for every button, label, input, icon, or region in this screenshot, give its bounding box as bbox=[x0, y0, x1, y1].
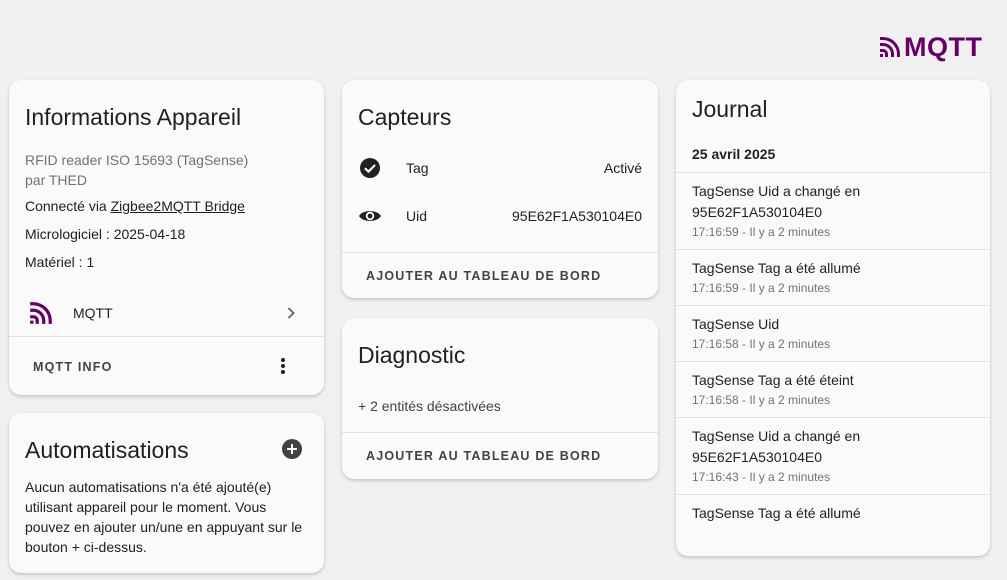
divider bbox=[9, 336, 324, 337]
connection-prefix: Connecté via bbox=[25, 198, 111, 214]
entity-row-uid[interactable]: Uid 95E62F1A530104E0 bbox=[342, 196, 658, 236]
integration-label: MQTT bbox=[73, 305, 113, 321]
divider bbox=[342, 432, 658, 433]
logbook-message: TagSense Tag a été éteint bbox=[692, 372, 854, 388]
integration-row-mqtt[interactable]: MQTT bbox=[9, 292, 324, 336]
device-manufacturer: par THED bbox=[25, 172, 87, 188]
mqtt-logo: MQTT bbox=[878, 32, 983, 62]
automations-empty-text: Aucun automatisations n'a été ajouté(e) … bbox=[25, 479, 303, 555]
logbook-time: 17:16:43 - Il y a 2 minutes bbox=[692, 470, 831, 484]
logbook-list: TagSense Uid a changé en 95E62F1A530104E… bbox=[676, 172, 990, 533]
more-vert-icon[interactable] bbox=[279, 356, 287, 381]
entity-name: Tag bbox=[406, 160, 429, 176]
eye-icon bbox=[358, 204, 382, 233]
chevron-right-icon bbox=[284, 306, 298, 325]
logbook-time: 17:16:59 - Il y a 2 minutes bbox=[692, 225, 831, 239]
logbook-message: TagSense Tag a été allumé bbox=[692, 505, 861, 521]
logbook-entry[interactable]: TagSense Uid a changé en 95E62F1A530104E… bbox=[676, 417, 990, 494]
logbook-entry[interactable]: TagSense Tag a été éteint 17:16:58 - Il … bbox=[676, 361, 990, 417]
device-info-card: Informations Appareil RFID reader ISO 15… bbox=[9, 80, 324, 395]
logbook-title: Journal bbox=[692, 96, 768, 122]
add-automation-icon[interactable] bbox=[282, 439, 302, 464]
logbook-message: TagSense Tag a été allumé bbox=[692, 260, 861, 276]
add-to-dashboard-button[interactable]: AJOUTER AU TABLEAU DE BORD bbox=[366, 269, 601, 283]
logbook-entry[interactable]: TagSense Tag a été allumé bbox=[676, 494, 990, 533]
logbook-entry[interactable]: TagSense Tag a été allumé 17:16:59 - Il … bbox=[676, 249, 990, 305]
diagnostic-card: Diagnostic + 2 entités désactivées AJOUT… bbox=[342, 318, 658, 479]
sensors-card: Capteurs Tag Activé Uid 95E62F1A530104E0… bbox=[342, 80, 658, 298]
logbook-entry[interactable]: TagSense Uid a changé en 95E62F1A530104E… bbox=[676, 172, 990, 249]
logbook-card: Journal 25 avril 2025 TagSense Uid a cha… bbox=[676, 80, 990, 556]
entity-state: 95E62F1A530104E0 bbox=[512, 208, 642, 224]
device-model: RFID reader ISO 15693 (TagSense) par THE… bbox=[25, 150, 248, 190]
automations-title: Automatisations bbox=[25, 437, 189, 463]
device-info-title: Informations Appareil bbox=[25, 104, 242, 130]
sensors-title: Capteurs bbox=[358, 104, 452, 130]
device-model-name: RFID reader ISO 15693 (TagSense) bbox=[25, 152, 249, 168]
mqtt-icon bbox=[28, 300, 54, 331]
logbook-time: 17:16:59 - Il y a 2 minutes bbox=[692, 281, 831, 295]
logbook-message: TagSense Uid bbox=[692, 316, 780, 332]
mqtt-logo-icon bbox=[880, 37, 900, 57]
divider bbox=[342, 252, 658, 253]
diagnostic-title: Diagnostic bbox=[358, 342, 466, 368]
mqtt-logo-text: MQTT bbox=[904, 32, 983, 62]
logbook-time: 17:16:58 - Il y a 2 minutes bbox=[692, 393, 831, 407]
entity-state: Activé bbox=[603, 160, 642, 176]
bridge-link[interactable]: Zigbee2MQTT Bridge bbox=[111, 198, 245, 214]
logbook-entry[interactable]: TagSense Uid 17:16:58 - Il y a 2 minutes bbox=[676, 305, 990, 361]
mqtt-info-button[interactable]: MQTT INFO bbox=[33, 360, 113, 374]
device-firmware: Micrologiciel : 2025-04-18 bbox=[25, 226, 186, 242]
logbook-message: TagSense Uid a changé en 95E62F1A530104E… bbox=[692, 183, 861, 220]
logbook-time: 17:16:58 - Il y a 2 minutes bbox=[692, 337, 831, 351]
logbook-date: 25 avril 2025 bbox=[692, 146, 776, 162]
entity-name: Uid bbox=[406, 208, 428, 224]
logbook-message: TagSense Uid a changé en 95E62F1A530104E… bbox=[692, 428, 861, 465]
automations-card: Automatisations Aucun automatisations n'… bbox=[9, 413, 324, 573]
check-circle-icon bbox=[358, 156, 382, 185]
device-hardware: Matériel : 1 bbox=[25, 254, 95, 270]
device-connection: Connecté via Zigbee2MQTT Bridge bbox=[25, 198, 245, 214]
hidden-entities-link[interactable]: + 2 entités désactivées bbox=[358, 398, 501, 414]
add-to-dashboard-button[interactable]: AJOUTER AU TABLEAU DE BORD bbox=[366, 449, 601, 463]
entity-row-tag[interactable]: Tag Activé bbox=[342, 148, 658, 188]
